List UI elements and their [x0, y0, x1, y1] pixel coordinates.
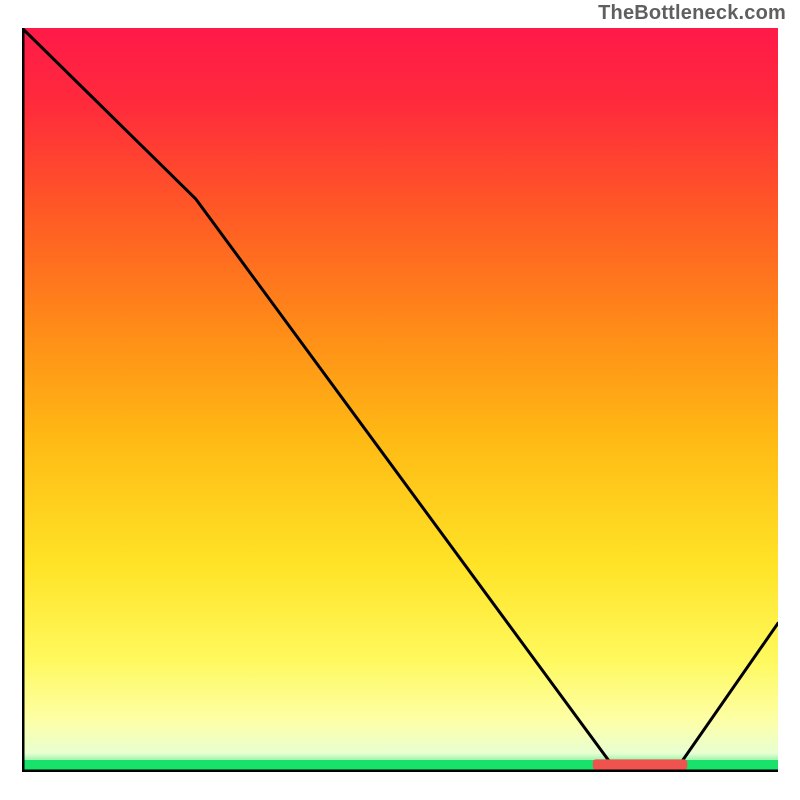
chart-container: TheBottleneck.com [0, 0, 800, 800]
minimum-band-marker [593, 759, 688, 769]
chart-svg [22, 28, 778, 772]
attribution-label: TheBottleneck.com [598, 2, 786, 25]
plot-area [22, 28, 778, 772]
